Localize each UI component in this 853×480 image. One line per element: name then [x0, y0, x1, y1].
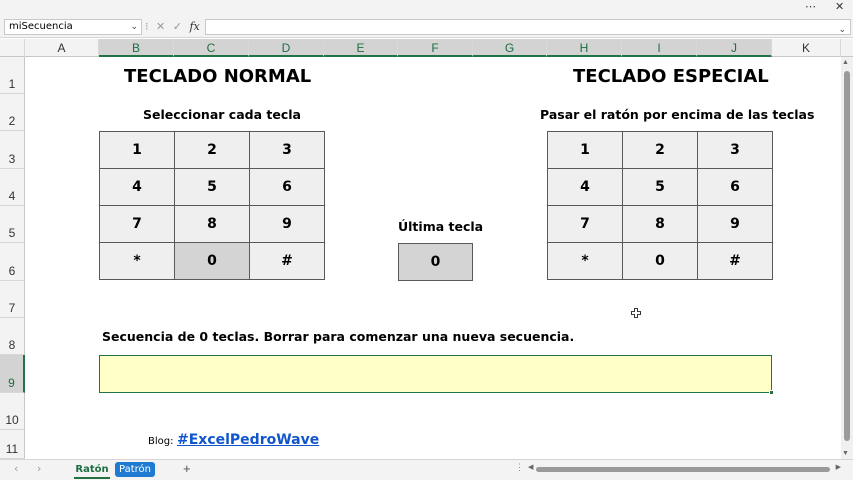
column-header-i[interactable]: I	[622, 39, 697, 57]
separator-icon: ⁝	[145, 20, 149, 33]
special-key-9[interactable]: 9	[697, 205, 773, 243]
column-header-c[interactable]: C	[174, 39, 249, 57]
row-header-10[interactable]: 10	[0, 393, 25, 430]
enter-icon[interactable]: ✓	[173, 20, 182, 33]
row-header-2[interactable]: 2	[0, 94, 25, 131]
chevron-down-icon[interactable]: ⌄	[130, 20, 138, 34]
normal-key-hash[interactable]: #	[249, 242, 325, 280]
scroll-left-icon[interactable]: ◀	[528, 463, 533, 471]
scroll-up-icon[interactable]: ▲	[842, 59, 849, 66]
cancel-icon[interactable]: ✕	[156, 20, 165, 33]
normal-key-9[interactable]: 9	[249, 205, 325, 243]
normal-key-3[interactable]: 3	[249, 131, 325, 169]
more-options-icon[interactable]: ⋯	[805, 0, 816, 14]
special-key-4[interactable]: 4	[547, 168, 623, 206]
next-sheet-icon[interactable]: ›	[37, 462, 41, 475]
title-bar: ⋯ ✕	[0, 0, 853, 16]
special-keypad: 1 2 3 4 5 6 7 8 9 * 0 #	[547, 131, 773, 280]
sequence-label: Secuencia de 0 teclas. Borrar para comen…	[102, 329, 575, 344]
vertical-scroll-thumb[interactable]	[844, 71, 850, 441]
column-header-h[interactable]: H	[547, 39, 622, 57]
vertical-scrollbar[interactable]: ▲ ▼	[841, 57, 853, 459]
blog-label: Blog:	[148, 436, 174, 447]
column-header-b[interactable]: B	[99, 39, 174, 57]
close-icon[interactable]: ✕	[835, 0, 844, 14]
column-header-g[interactable]: G	[473, 39, 547, 57]
row-header-1[interactable]: 1	[0, 57, 25, 94]
name-box[interactable]: miSecuencia ⌄	[4, 19, 142, 35]
name-box-value: miSecuencia	[9, 21, 73, 32]
column-header-d[interactable]: D	[249, 39, 324, 57]
fill-handle[interactable]	[769, 390, 774, 395]
cell-cursor-icon	[631, 308, 641, 318]
select-all-corner[interactable]	[0, 39, 25, 57]
column-headers: A B C D E F G H I J K	[0, 39, 853, 57]
special-key-7[interactable]: 7	[547, 205, 623, 243]
special-key-1[interactable]: 1	[547, 131, 623, 169]
scroll-right-icon[interactable]: ▶	[836, 463, 841, 471]
horizontal-scroll-thumb[interactable]	[536, 467, 830, 472]
formula-controls: ⁝ ✕ ✓ fx	[145, 19, 204, 35]
sequence-cell[interactable]	[99, 355, 774, 395]
column-header-j[interactable]: J	[697, 39, 772, 57]
row-header-7[interactable]: 7	[0, 281, 25, 318]
normal-keypad-title: TECLADO NORMAL	[124, 66, 312, 87]
normal-key-2[interactable]: 2	[174, 131, 250, 169]
add-sheet-icon[interactable]: +	[183, 461, 191, 476]
row-header-5[interactable]: 5	[0, 206, 25, 243]
normal-key-4[interactable]: 4	[99, 168, 175, 206]
sheet-tab-raton[interactable]: Ratón	[74, 460, 110, 479]
row-header-6[interactable]: 6	[0, 243, 25, 281]
normal-key-7[interactable]: 7	[99, 205, 175, 243]
tab-splitter-icon[interactable]: ⋮	[515, 462, 524, 473]
normal-keypad: 1 2 3 4 5 6 7 8 9 * 0 #	[99, 131, 325, 280]
last-key-value: 0	[398, 243, 473, 281]
last-key-label: Última tecla	[398, 219, 484, 234]
row-header-3[interactable]: 3	[0, 131, 25, 169]
blog-link[interactable]: #ExcelPedroWave	[177, 432, 319, 448]
sheet-tab-bar: ‹ › Ratón Patrón + ⋮ ◀ ▶	[0, 459, 853, 480]
special-keypad-subtitle: Pasar el ratón por encima de las teclas	[540, 107, 815, 122]
horizontal-scrollbar[interactable]: ◀ ▶	[528, 463, 841, 473]
special-key-2[interactable]: 2	[622, 131, 698, 169]
row-header-8[interactable]: 8	[0, 318, 25, 355]
normal-key-5[interactable]: 5	[174, 168, 250, 206]
special-key-3[interactable]: 3	[697, 131, 773, 169]
special-key-hash[interactable]: #	[697, 242, 773, 280]
special-key-star[interactable]: *	[547, 242, 623, 280]
column-header-k[interactable]: K	[772, 39, 841, 57]
column-header-a[interactable]: A	[25, 39, 99, 57]
special-key-6[interactable]: 6	[697, 168, 773, 206]
column-header-f[interactable]: F	[398, 39, 473, 57]
scroll-down-icon[interactable]: ▼	[842, 450, 849, 457]
row-header-11[interactable]: 11	[0, 430, 25, 459]
insert-function-icon[interactable]: fx	[189, 20, 199, 33]
special-key-8[interactable]: 8	[622, 205, 698, 243]
special-keypad-title: TECLADO ESPECIAL	[573, 66, 769, 87]
row-header-9[interactable]: 9	[0, 355, 25, 393]
expand-formula-icon[interactable]: ⌄	[838, 24, 846, 35]
row-header-4[interactable]: 4	[0, 169, 25, 206]
normal-keypad-subtitle: Seleccionar cada tecla	[143, 107, 301, 122]
normal-key-8[interactable]: 8	[174, 205, 250, 243]
sheet-tab-patron[interactable]: Patrón	[115, 462, 155, 477]
formula-bar: miSecuencia ⌄ ⁝ ✕ ✓ fx ⌄	[0, 16, 853, 38]
formula-input[interactable]: ⌄	[205, 19, 851, 35]
normal-key-star[interactable]: *	[99, 242, 175, 280]
normal-key-0[interactable]: 0	[174, 242, 250, 280]
special-key-5[interactable]: 5	[622, 168, 698, 206]
prev-sheet-icon[interactable]: ‹	[14, 462, 18, 475]
special-key-0[interactable]: 0	[622, 242, 698, 280]
normal-key-6[interactable]: 6	[249, 168, 325, 206]
column-header-e[interactable]: E	[324, 39, 398, 57]
normal-key-1[interactable]: 1	[99, 131, 175, 169]
